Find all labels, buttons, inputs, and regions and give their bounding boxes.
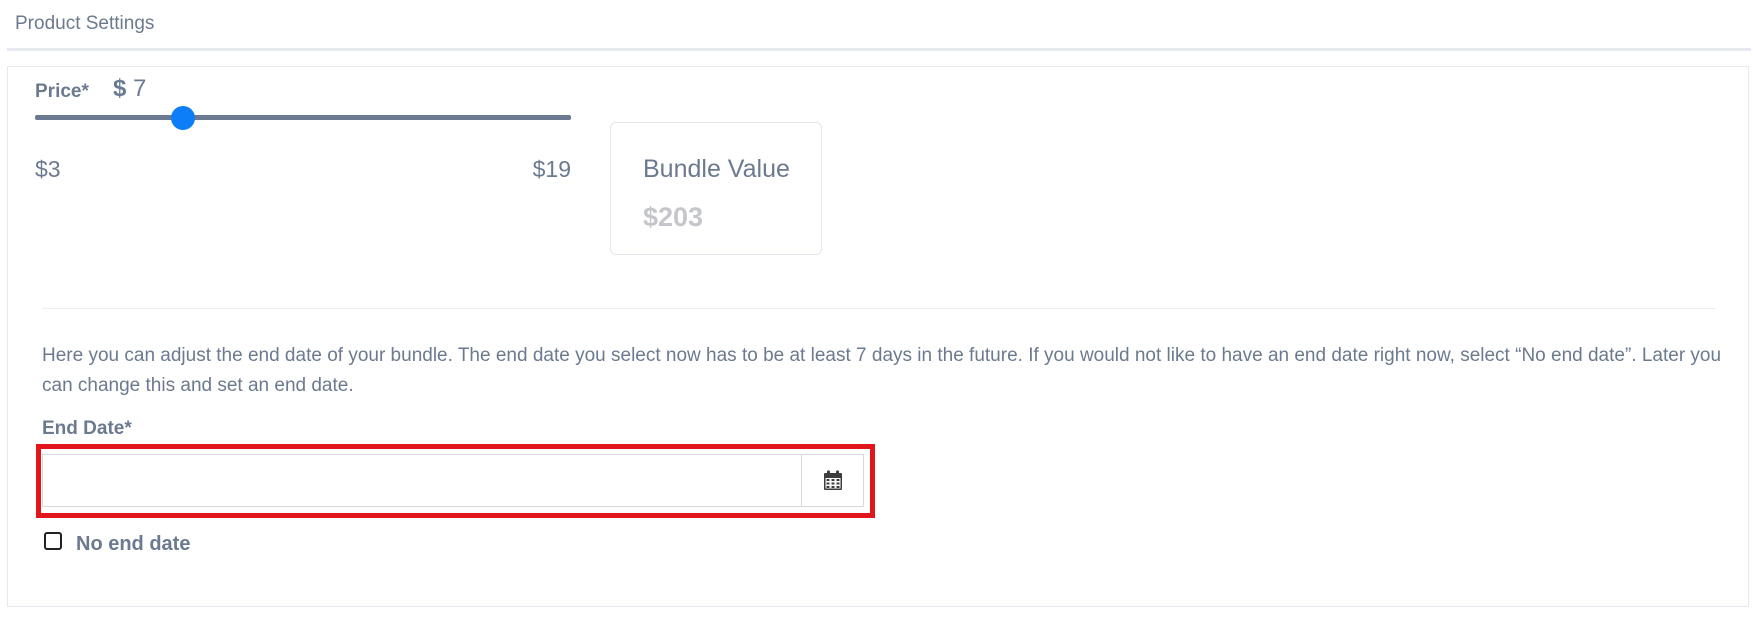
bundle-value-amount: $203 — [643, 202, 704, 232]
tab-product-settings[interactable]: Product Settings — [15, 13, 154, 35]
price-label: Price* — [35, 81, 89, 102]
bundle-value-card: Bundle Value $203 — [610, 122, 822, 255]
price-slider[interactable] — [35, 106, 571, 130]
section-divider — [42, 308, 1716, 309]
end-date-input[interactable] — [43, 455, 801, 506]
slider-thumb[interactable] — [171, 106, 195, 130]
end-date-label: End Date* — [42, 418, 132, 439]
page: Product Settings Price* $ 7 $3 $19 Bundl… — [0, 0, 1753, 617]
price-max-label: $19 — [532, 156, 571, 182]
price-min-label: $3 — [35, 156, 61, 182]
calendar-button[interactable] — [801, 455, 863, 506]
no-end-date-checkbox[interactable] — [44, 532, 62, 550]
no-end-date-option[interactable]: No end date — [44, 530, 244, 556]
bundle-value-title: Bundle Value — [643, 155, 790, 183]
price-value: $ 7 — [113, 75, 146, 103]
calendar-icon — [823, 470, 842, 490]
price-amount: 7 — [133, 75, 147, 102]
price-section: Price* $ 7 $3 $19 — [35, 70, 571, 240]
tab-bar: Product Settings — [7, 0, 1751, 51]
end-date-description: Here you can adjust the end date of your… — [42, 345, 1722, 396]
end-date-input-group — [42, 454, 864, 507]
price-currency: $ — [113, 75, 127, 102]
no-end-date-label[interactable]: No end date — [76, 533, 190, 556]
slider-track[interactable] — [35, 115, 571, 120]
